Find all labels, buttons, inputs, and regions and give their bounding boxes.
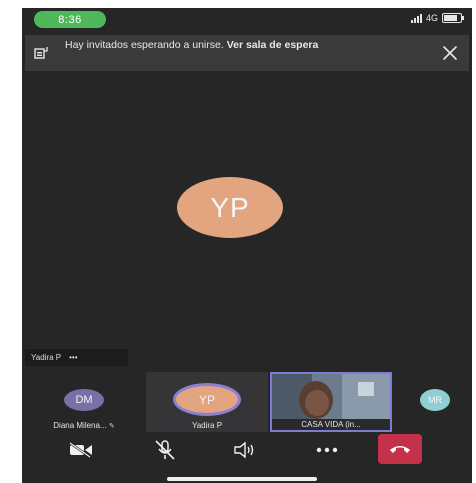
active-speaker-tag[interactable]: Yadira P ••• <box>25 349 128 366</box>
call-controls <box>22 432 472 472</box>
participant-name: CASA VIDA (in... <box>272 419 390 430</box>
signal-icon <box>410 13 422 23</box>
camera-button[interactable] <box>66 436 96 464</box>
call-screen: 8:36 4G Hay invitados esperando a unirse… <box>22 8 472 483</box>
mic-muted-small-icon: ✎ <box>108 423 115 430</box>
status-time[interactable]: 8:36 <box>34 11 106 28</box>
status-bar: 8:36 4G <box>22 8 472 32</box>
mic-button[interactable] <box>150 436 180 464</box>
speaker-more-icon[interactable]: ••• <box>69 353 77 362</box>
view-lobby-link[interactable]: Ver sala de espera <box>227 39 319 51</box>
video-feed <box>272 374 390 420</box>
speaker-icon <box>234 441 254 459</box>
more-button[interactable] <box>312 436 342 464</box>
hangup-icon <box>390 446 410 453</box>
participant-name: Diana Milena... ✎ <box>53 421 115 430</box>
main-participant-avatar: YP <box>177 177 283 238</box>
banner-text: Hay invitados esperando a unirse. <box>65 39 224 51</box>
speaker-button[interactable] <box>230 436 260 464</box>
lobby-banner[interactable]: Hay invitados esperando a unirse. Ver sa… <box>25 35 469 71</box>
more-icon <box>316 447 338 453</box>
video-tile[interactable]: CASA VIDA (in... <box>270 372 392 432</box>
participant-avatar: MR <box>420 389 450 411</box>
network-label: 4G <box>425 13 438 23</box>
participant-tile[interactable]: MR <box>394 372 472 432</box>
participant-tile[interactable]: DM Diana Milena... ✎ <box>22 372 146 432</box>
close-icon[interactable] <box>441 44 459 62</box>
participant-tile-active[interactable]: YP Yadira P <box>146 372 268 432</box>
participant-avatar: DM <box>64 389 104 411</box>
home-indicator[interactable] <box>167 477 317 481</box>
hangup-button[interactable] <box>378 434 422 464</box>
status-indicators: 4G <box>410 13 464 23</box>
camera-off-icon <box>69 442 92 458</box>
banner-message: Hay invitados esperando a unirse. Ver sa… <box>65 39 425 52</box>
mic-muted-icon <box>155 440 175 460</box>
participant-strip: DM Diana Milena... ✎ YP Yadira P CASA VI… <box>22 372 472 432</box>
battery-icon <box>442 13 464 23</box>
lobby-icon <box>34 47 48 59</box>
participant-avatar: YP <box>173 383 241 416</box>
speaker-name: Yadira P <box>31 353 62 362</box>
participant-name: Yadira P <box>191 421 223 430</box>
